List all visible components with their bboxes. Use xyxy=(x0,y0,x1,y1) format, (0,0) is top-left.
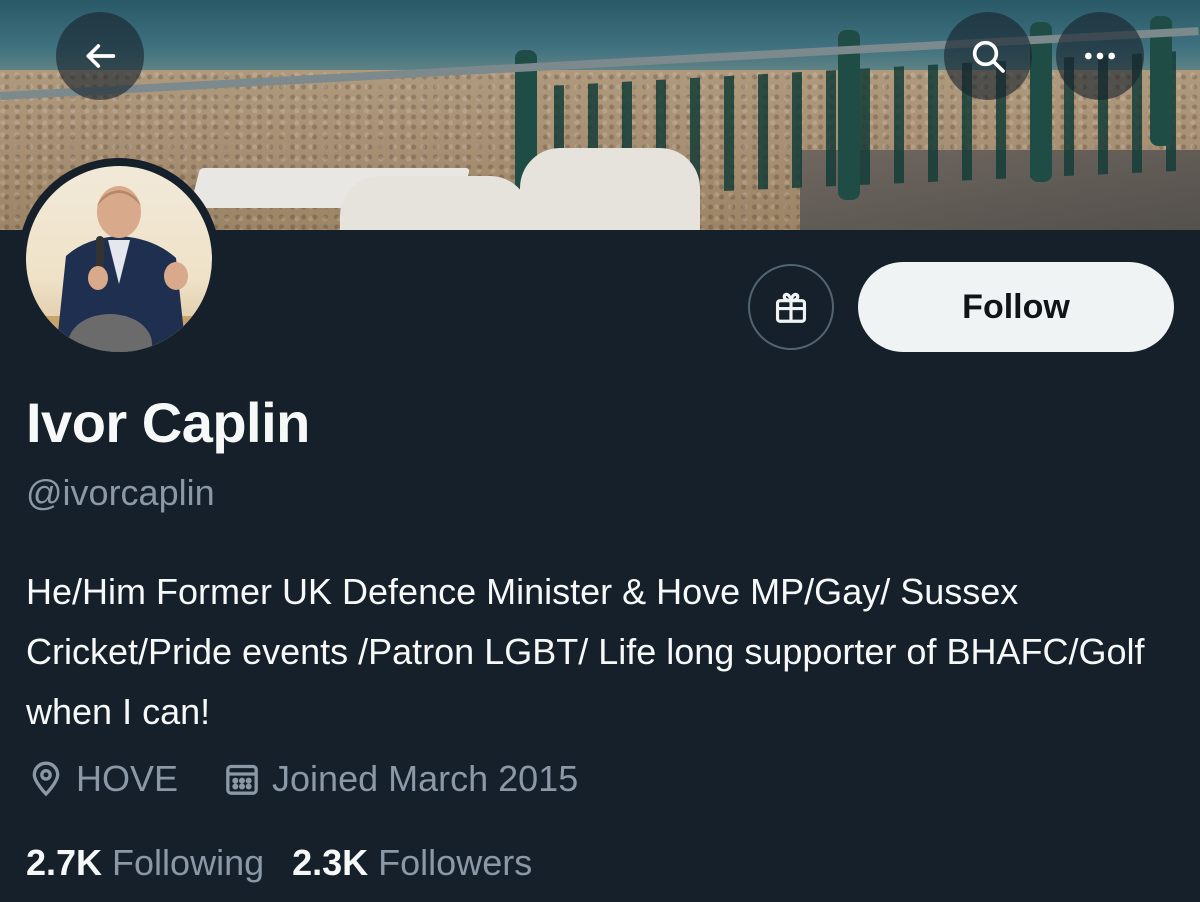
banner-chair xyxy=(340,176,530,230)
calendar-icon xyxy=(226,764,258,795)
joined-text: Joined March 2015 xyxy=(272,758,579,799)
avatar-illustration xyxy=(26,186,212,352)
following-label: Following xyxy=(112,842,265,883)
followers-link[interactable]: 2.3K Followers xyxy=(292,842,532,884)
avatar-photo xyxy=(26,166,212,352)
followers-count: 2.3K xyxy=(292,842,369,883)
location-text: HOVE xyxy=(76,758,179,799)
profile-stats: 2.7K Following 2.3K Followers xyxy=(26,842,560,884)
profile-meta: HOVE Joined March 2015 xyxy=(26,758,578,800)
profile-location: HOVE xyxy=(26,758,178,800)
gift-icon xyxy=(775,292,807,323)
banner-chair xyxy=(520,148,700,230)
profile-joined: Joined March 2015 xyxy=(222,758,578,800)
following-count: 2.7K xyxy=(26,842,103,883)
following-link[interactable]: 2.7K Following xyxy=(26,842,264,884)
followers-label: Followers xyxy=(378,842,533,883)
location-pin-icon xyxy=(32,761,60,797)
profile-bio: He/Him Former UK Defence Minister & Hove… xyxy=(26,571,1145,732)
profile-name: Ivor Caplin xyxy=(26,391,310,454)
more-horizontal-icon xyxy=(1085,52,1115,60)
banner-fence-post xyxy=(1030,22,1052,182)
more-options-button[interactable] xyxy=(1056,12,1144,100)
back-button[interactable] xyxy=(56,12,144,100)
avatar[interactable] xyxy=(18,158,220,360)
arrow-left-icon xyxy=(86,44,116,68)
search-icon xyxy=(972,40,1005,73)
search-button[interactable] xyxy=(944,12,1032,100)
profile-handle: @ivorcaplin xyxy=(26,472,215,513)
gift-button[interactable] xyxy=(748,264,834,350)
banner-fence-post xyxy=(838,30,860,200)
follow-button[interactable]: Follow xyxy=(858,262,1174,352)
